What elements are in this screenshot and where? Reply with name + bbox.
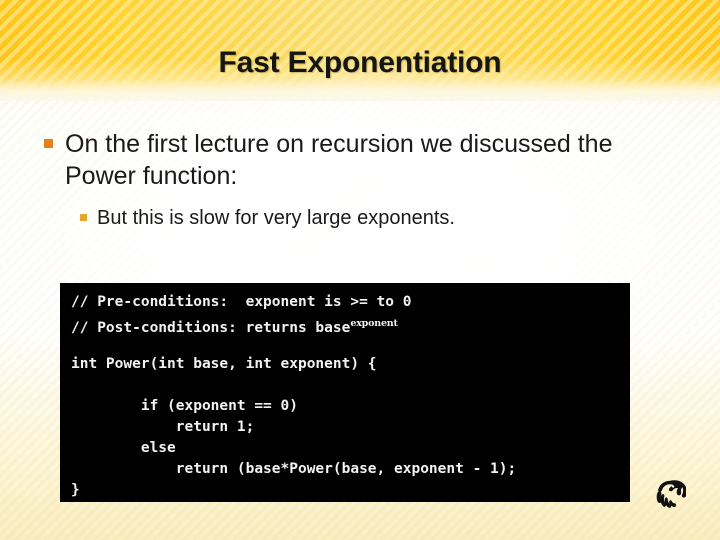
bullet-item-level2: But this is slow for very large exponent… [0,192,720,231]
code-line-blank-2 [60,375,630,396]
code-line-close-brace: } [71,481,80,498]
slide-header-band: Fast Exponentiation [0,0,720,101]
code-block: // Pre-conditions: exponent is >= to 0 /… [60,283,630,502]
code-line-blank-1 [60,339,630,354]
code-line-if-statement: if (exponent == 0) [71,397,298,414]
slide-body: On the first lecture on recursion we dis… [0,101,720,231]
bullet-level1-text: On the first lecture on recursion we dis… [65,130,613,190]
code-superscript-exponent: exponent [350,318,398,329]
code-line-comment-post-text: // Post-conditions: returns base [71,319,351,336]
bullet-item-level1: On the first lecture on recursion we dis… [0,101,720,192]
code-line-return-one: return 1; [71,418,255,435]
bullet-level2-text: But this is slow for very large exponent… [97,207,455,229]
slide-canvas: Fast Exponentiation On the first lecture… [0,0,720,540]
square-bullet-icon [80,214,87,221]
ucf-pegasus-logo [648,474,687,512]
code-line-return-recursive: return (base*Power(base, exponent - 1); [71,460,517,477]
square-bullet-icon [44,139,53,148]
slide-title: Fast Exponentiation [218,46,502,79]
code-line-comment-post: // Post-conditions: returns baseexponent [60,313,630,339]
code-line-signature: int Power(int base, int exponent) { [71,355,377,372]
code-line-comment-pre: // Pre-conditions: exponent is >= to 0 [71,294,412,310]
header-bottom-fade [0,79,720,101]
code-line-else-statement: else [71,439,176,456]
